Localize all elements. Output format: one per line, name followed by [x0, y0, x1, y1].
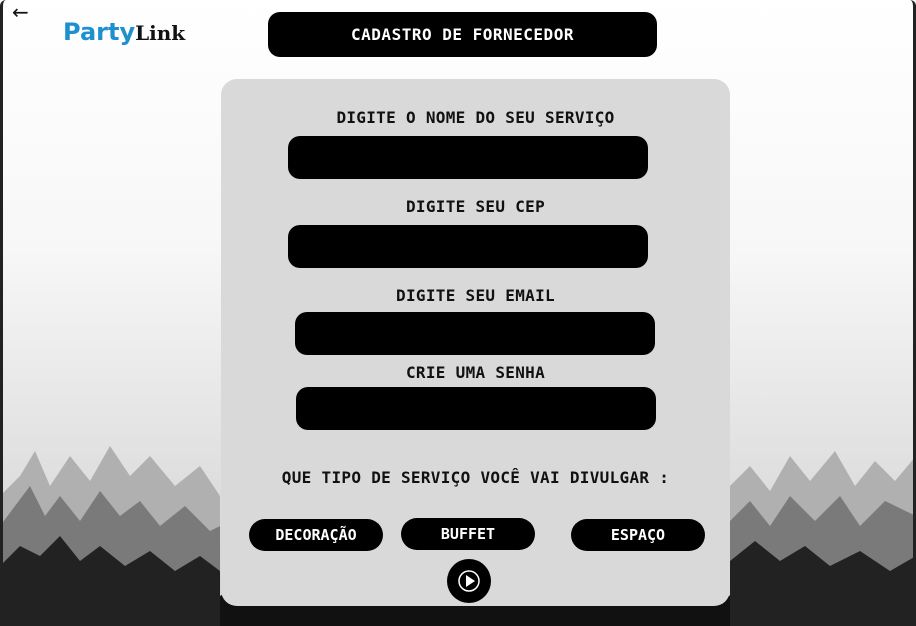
service-name-input[interactable] — [288, 136, 648, 179]
email-input[interactable] — [295, 312, 655, 355]
page-title: CADASTRO DE FORNECEDOR — [268, 12, 657, 57]
service-type-question: QUE TIPO DE SERVIÇO VOCÊ VAI DIVULGAR : — [281, 468, 670, 487]
service-name-label: DIGITE O NOME DO SEU SERVIÇO — [336, 108, 615, 127]
partylink-logo: PartyLink — [63, 18, 185, 46]
submit-button[interactable] — [447, 559, 491, 603]
back-arrow-icon[interactable]: ← — [12, 2, 38, 24]
password-label: CRIE UMA SENHA — [405, 363, 546, 382]
registration-card: DIGITE O NOME DO SEU SERVIÇO DIGITE SEU … — [221, 79, 730, 606]
espaco-button[interactable]: ESPAÇO — [571, 519, 705, 551]
decoracao-button[interactable]: DECORAÇÃO — [249, 519, 383, 551]
password-input[interactable] — [296, 387, 656, 430]
buffet-button[interactable]: BUFFET — [401, 518, 535, 550]
email-label: DIGITE SEU EMAIL — [396, 286, 555, 305]
play-icon — [458, 570, 480, 592]
cep-label: DIGITE SEU CEP — [405, 197, 546, 216]
logo-text-link: Link — [135, 21, 186, 45]
logo-text-party: Party — [63, 18, 136, 46]
cep-input[interactable] — [288, 225, 648, 268]
